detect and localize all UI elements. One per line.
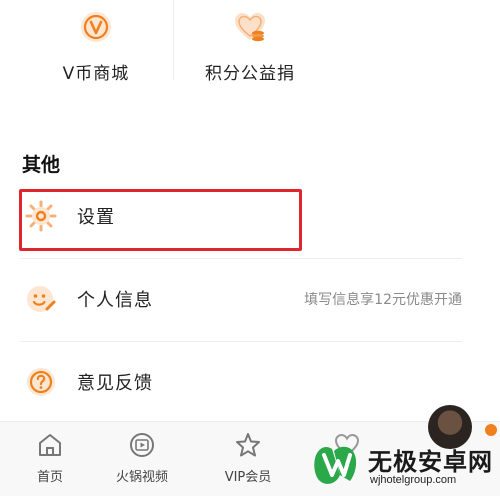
- personal-info-label: 个人信息: [77, 290, 153, 311]
- home-icon: [39, 434, 61, 456]
- android-logo-icon: [314, 446, 357, 484]
- quick-tiles: V币商城 积分公益捐: [0, 0, 500, 96]
- v-coin-icon: [81, 12, 111, 42]
- smile-edit-icon: [27, 286, 56, 312]
- section-title-other: 其他: [22, 154, 61, 176]
- heart-coins-icon: [235, 13, 265, 42]
- question-icon: [27, 368, 55, 396]
- play-icon: [130, 433, 154, 457]
- watermark: 无极安卓网 wjhotelgroup.com: [296, 437, 500, 496]
- watermark-url: wjhotelgroup.com: [370, 474, 457, 486]
- feedback-row[interactable]: 意见反馈: [20, 354, 462, 410]
- row-divider: [20, 341, 462, 342]
- notification-dot: [485, 424, 497, 436]
- feedback-label: 意见反馈: [77, 373, 153, 394]
- charity-points-tile[interactable]: 积分公益捐: [174, 0, 326, 96]
- personal-info-row[interactable]: 个人信息 填写信息享12元优惠开通: [20, 271, 462, 327]
- row-divider: [20, 258, 462, 259]
- tab-vip[interactable]: VIP会员: [208, 422, 288, 496]
- vip-star-icon: [236, 433, 260, 457]
- tab-hotpot-video[interactable]: 火锅视频: [102, 422, 182, 496]
- tab-home-label: 首页: [36, 470, 63, 485]
- watermark-title: 无极安卓网: [368, 448, 493, 476]
- v-coin-mall-tile[interactable]: V币商城: [20, 0, 172, 96]
- v-coin-mall-label: V币商城: [62, 64, 130, 84]
- tab-hotpot-video-label: 火锅视频: [115, 470, 168, 485]
- tab-vip-label: VIP会员: [224, 470, 272, 485]
- charity-points-label: 积分公益捐: [205, 64, 295, 84]
- tab-home[interactable]: 首页: [10, 422, 90, 496]
- personal-info-hint: 填写信息享12元优惠开通: [304, 292, 462, 308]
- settings-highlight-box: [19, 189, 302, 251]
